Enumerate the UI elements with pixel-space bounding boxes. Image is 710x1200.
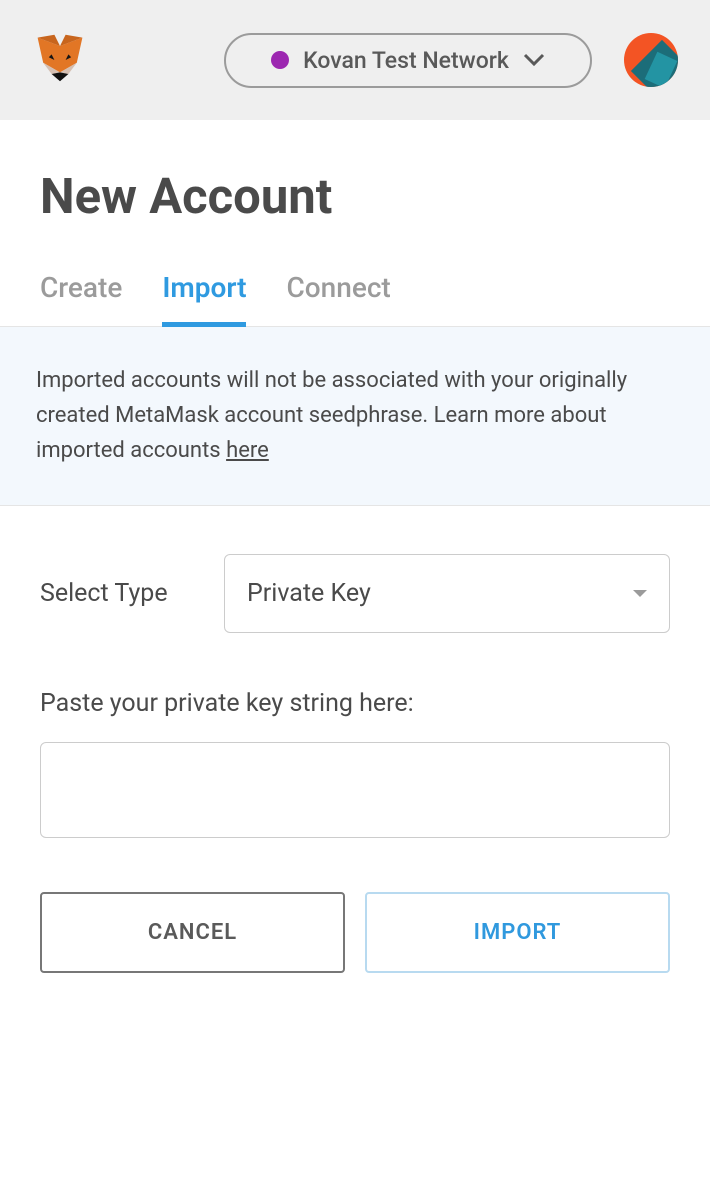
tabs-row: Create Import Connect bbox=[0, 261, 710, 327]
chevron-down-icon bbox=[523, 48, 545, 72]
import-button[interactable]: IMPORT bbox=[365, 892, 670, 973]
network-selector[interactable]: Kovan Test Network bbox=[224, 33, 592, 88]
caret-down-icon bbox=[633, 590, 647, 597]
network-label: Kovan Test Network bbox=[303, 47, 509, 74]
tab-connect[interactable]: Connect bbox=[286, 261, 390, 327]
learn-more-link[interactable]: here bbox=[226, 438, 269, 463]
private-key-input[interactable] bbox=[40, 742, 670, 838]
tab-create[interactable]: Create bbox=[40, 261, 122, 327]
select-type-row: Select Type Private Key bbox=[40, 554, 670, 633]
action-buttons: CANCEL IMPORT bbox=[0, 838, 710, 973]
info-banner: Imported accounts will not be associated… bbox=[0, 327, 710, 506]
metamask-fox-logo bbox=[32, 32, 88, 88]
network-status-dot bbox=[271, 51, 289, 69]
select-type-label: Select Type bbox=[40, 579, 200, 608]
cancel-button[interactable]: CANCEL bbox=[40, 892, 345, 973]
import-form: Select Type Private Key Paste your priva… bbox=[0, 506, 710, 838]
select-type-dropdown[interactable]: Private Key bbox=[224, 554, 670, 633]
page-title: New Account bbox=[0, 120, 710, 261]
private-key-label: Paste your private key string here: bbox=[40, 689, 670, 718]
tab-import[interactable]: Import bbox=[162, 261, 246, 327]
info-text: Imported accounts will not be associated… bbox=[36, 368, 627, 463]
app-header: Kovan Test Network bbox=[0, 0, 710, 120]
account-avatar[interactable] bbox=[624, 33, 678, 87]
select-type-value: Private Key bbox=[247, 579, 371, 608]
